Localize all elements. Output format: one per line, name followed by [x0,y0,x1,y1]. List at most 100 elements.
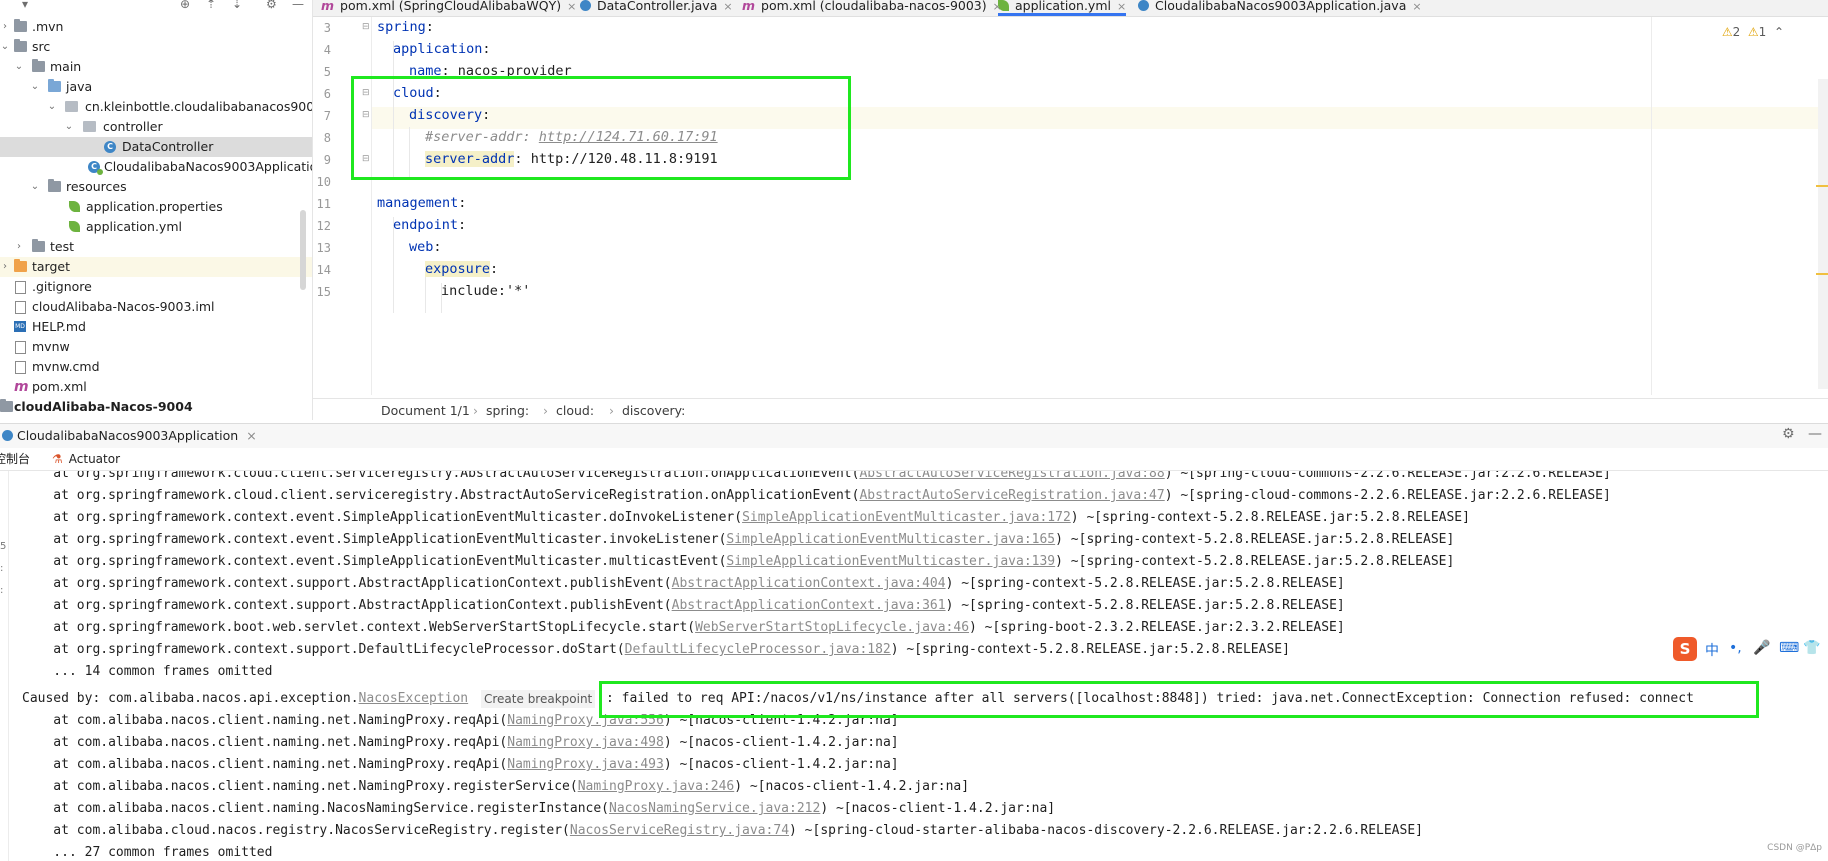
chevron-down-icon[interactable]: ⌄ [30,77,40,97]
tree-item-mvnw[interactable]: mvnw [0,337,312,357]
source-link[interactable]: NamingProxy.java:246 [578,779,735,794]
tree-item-controller[interactable]: ⌄ controller [0,117,312,137]
microphone-icon[interactable]: 🎤 [1753,640,1770,656]
close-icon[interactable]: × [567,0,576,13]
source-link[interactable]: SimpleApplicationEventMulticaster.java:1… [726,554,1055,569]
code-line-13[interactable]: web: [313,237,1828,259]
code-line-4[interactable]: application: [313,39,1828,61]
chevron-down-icon[interactable]: ⌄ [47,97,57,117]
tree-item-gitignore[interactable]: .gitignore [0,277,312,297]
console-line: at org.springframework.context.event.Sim… [0,507,1828,529]
create-breakpoint-hint[interactable]: Create breakpoint [481,690,596,708]
minimize-icon[interactable]: — [1808,426,1822,442]
minimize-icon[interactable]: — [292,0,304,11]
tree-item-java[interactable]: ⌄ java [0,77,312,97]
tree-item-mvn[interactable]: › .mvn [0,17,312,37]
close-icon[interactable]: × [723,0,732,13]
chevron-down-icon[interactable]: ⌄ [30,177,40,197]
collapse-all-icon[interactable]: ⇣ [232,0,242,11]
sogou-logo-icon[interactable]: S [1673,637,1697,661]
source-link[interactable]: WebServerStartStopLifecycle.java:46 [695,620,969,635]
source-link[interactable]: SimpleApplicationEventMulticaster.java:1… [726,532,1055,547]
close-icon[interactable]: × [1117,0,1126,13]
inspection-widget[interactable]: ⚠2 ⚠1 ⌃ [1722,25,1784,39]
tree-item-datacontroller[interactable]: C DataController [0,137,312,157]
tree-item-label: .mvn [32,19,64,34]
expand-all-icon[interactable]: ⇡ [206,0,216,11]
source-link[interactable]: AbstractAutoServiceRegistration.java:88 [859,471,1164,481]
tree-item-help-md[interactable]: MD HELP.md [0,317,312,337]
console-line-text: at com.alibaba.nacos.client.naming.net.N… [22,732,898,754]
tree-item-module-9004[interactable]: cloudAlibaba-Nacos-9004 [0,397,312,417]
chevron-right-icon[interactable]: › [14,237,24,257]
tree-item-application-class[interactable]: C CloudalibabaNacos9003Application [0,157,312,177]
breadcrumb-document[interactable]: Document 1/1 [381,399,470,423]
exception-link[interactable]: NacosException [359,691,469,706]
keyboard-icon[interactable]: ⌨ [1779,640,1799,656]
tree-item-package[interactable]: ⌄ cn.kleinbottle.cloudalibabanacos9003 [0,97,312,117]
tab-application-yml[interactable]: application.yml × [998,0,1127,16]
warning-stripe[interactable] [1816,185,1828,187]
chevron-right-icon[interactable]: › [0,257,10,277]
gear-icon[interactable]: ⚙ [1782,426,1795,442]
tab-datacontroller[interactable]: DataController.java × [580,0,733,15]
close-icon[interactable]: × [1412,0,1421,13]
skin-icon[interactable]: 👕 [1803,640,1820,656]
tab-application-java[interactable]: CloudalibabaNacos9003Application.java × [1138,0,1422,15]
ime-language-toggle[interactable]: 中 [1705,640,1719,660]
source-link[interactable]: AbstractApplicationContext.java:361 [672,598,946,613]
tab-console[interactable]: 控制台 [0,448,30,470]
tree-item-label: cn.kleinbottle.cloudalibabanacos9003 [85,99,313,114]
warning-stripe[interactable] [1816,273,1828,275]
run-tab[interactable]: CloudalibabaNacos9003Application × [0,424,257,448]
tree-item-src[interactable]: ⌄ src [0,37,312,57]
source-link[interactable]: DefaultLifecycleProcessor.java:182 [625,642,891,657]
rail-marker-icon: : [0,563,4,574]
chevron-down-icon[interactable]: ⌄ [64,117,74,137]
code-editor[interactable]: 3 4 5 6 7 8 9 10 11 12 13 14 15 ⊟ ⊟ ⊟ ⊟ … [313,17,1828,395]
watermark: CSDN @PΔp [1767,843,1822,853]
code-line-11[interactable]: management: [313,193,1828,215]
breadcrumb-item[interactable]: discovery: [622,399,685,423]
gear-icon[interactable]: ⚙ [266,0,277,11]
tree-item-label: target [32,259,71,274]
tab-pom-root[interactable]: m pom.xml (SpringCloudAlibabaWQY) × [321,0,576,15]
punctuation-icon[interactable]: •, [1729,640,1742,656]
tab-actuator[interactable]: ⚗ Actuator [52,448,120,470]
tree-item-application-yml[interactable]: application.yml [0,217,312,237]
tree-item-pom[interactable]: m pom.xml [0,377,312,397]
locate-icon[interactable]: ⊕ [180,0,190,11]
stack-frame-jar: ) ~[spring-cloud-starter-alibaba-nacos-d… [789,823,1423,838]
code-line-12[interactable]: endpoint: [313,215,1828,237]
chevron-up-icon[interactable]: ⌃ [1774,25,1784,39]
tree-item-test[interactable]: › test [0,237,312,257]
tree-item-application-properties[interactable]: application.properties [0,197,312,217]
code-line-15[interactable]: include:'*' [313,281,1828,303]
source-link[interactable]: NacosNamingService.java:212 [609,801,820,816]
chevron-down-icon[interactable]: ⌄ [14,57,24,77]
code-line-14[interactable]: exposure: [313,259,1828,281]
code-line-3[interactable]: spring: [313,17,1828,39]
breadcrumb-item[interactable]: cloud: [556,399,594,423]
stack-frame-jar: ) ~[spring-context-5.2.8.RELEASE.jar:5.2… [1055,554,1455,569]
source-link[interactable]: NamingProxy.java:493 [507,757,664,772]
console-output[interactable]: at org.springframework.cloud.client.serv… [0,471,1828,861]
tree-item-target[interactable]: › target [0,257,312,277]
tree-item-iml[interactable]: cloudAlibaba-Nacos-9003.iml [0,297,312,317]
chevron-right-icon[interactable]: › [0,17,10,37]
source-link[interactable]: AbstractAutoServiceRegistration.java:47 [859,488,1164,503]
source-link[interactable]: AbstractApplicationContext.java:404 [672,576,946,591]
chevron-down-icon[interactable]: ▾ [22,0,28,11]
tree-item-main[interactable]: ⌄ main [0,57,312,77]
close-icon[interactable]: × [246,428,256,443]
chevron-down-icon[interactable]: ⌄ [0,37,10,57]
source-link[interactable]: NacosServiceRegistry.java:74 [570,823,789,838]
source-link[interactable]: SimpleApplicationEventMulticaster.java:1… [742,510,1071,525]
source-link[interactable]: NamingProxy.java:498 [507,735,664,750]
breadcrumb-item[interactable]: spring: [486,399,529,423]
tab-pom-9003[interactable]: m pom.xml (cloudalibaba-nacos-9003) × [742,0,1002,15]
tree-scrollbar[interactable] [300,210,306,290]
editor-scrollbar[interactable] [1818,79,1828,389]
tree-item-resources[interactable]: ⌄ resources [0,177,312,197]
tree-item-mvnw-cmd[interactable]: mvnw.cmd [0,357,312,377]
